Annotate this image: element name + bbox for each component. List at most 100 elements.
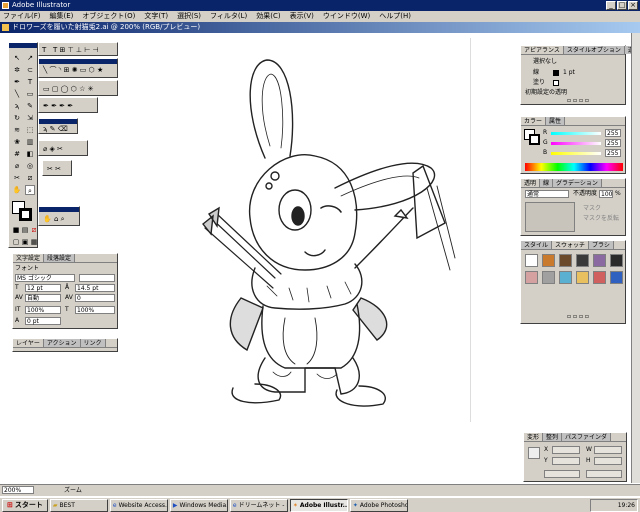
color-spectrum-bar[interactable]: [525, 163, 623, 171]
taskbar-best[interactable]: ▰ BEST: [49, 498, 108, 512]
blue-channel-slider[interactable]: [551, 152, 601, 155]
zoom-level-field[interactable]: 200%: [2, 486, 34, 494]
font-family-field[interactable]: MS ゴシック: [15, 274, 75, 282]
hand-tools-flyout-header[interactable]: [39, 207, 79, 212]
scale-tool-icon[interactable]: ⇲: [25, 113, 35, 123]
baseline-shift-field[interactable]: 0 pt: [25, 317, 61, 325]
leading-field[interactable]: 14.5 pt: [75, 284, 115, 292]
tab-paragraph[interactable]: 段落設定: [44, 254, 76, 262]
fill-swatch[interactable]: [553, 80, 559, 86]
type-tools-icons[interactable]: T ⊞ ⊤ ⊥ ⊢ ⊣: [53, 46, 99, 54]
tab-pathfinder[interactable]: パスファインダ: [562, 433, 612, 441]
swatch-9[interactable]: [576, 271, 589, 284]
swatch-1[interactable]: [542, 254, 555, 267]
reference-point-icon[interactable]: [528, 447, 540, 459]
tools-palette-header[interactable]: [9, 43, 37, 48]
tab-layers[interactable]: レイヤー: [13, 339, 44, 347]
menu-object[interactable]: オブジェクト(O): [82, 11, 135, 22]
scissors-tools-icons[interactable]: ✂ ✂: [47, 165, 61, 173]
menu-effect[interactable]: 効果(C): [256, 11, 280, 22]
hand-tool-icon[interactable]: ✋: [12, 185, 22, 195]
pen-tool-icon[interactable]: ✒: [12, 77, 22, 87]
magic-wand-tool-icon[interactable]: ✲: [12, 65, 22, 75]
horizontal-scale-field[interactable]: 100%: [75, 306, 115, 314]
eyedropper-tools-icons[interactable]: ⌀ ◈ ✂: [43, 145, 63, 153]
tab-links[interactable]: リンク: [80, 339, 106, 347]
rotate-tool-icon[interactable]: ↻: [12, 113, 22, 123]
appearance-footer-icons[interactable]: ▫ ▫ ▫ ▫: [567, 97, 589, 105]
scissors-tool-icon[interactable]: ✂: [12, 173, 22, 183]
swatch-6[interactable]: [525, 271, 538, 284]
tab-style-options[interactable]: スタイルオプション: [563, 46, 625, 54]
type-tools-label[interactable]: T: [42, 46, 46, 54]
pen-tools-icons[interactable]: ✒ ✒ ✒ ✒: [43, 102, 73, 110]
selection-tool-icon[interactable]: ↖: [12, 53, 22, 63]
symbol-sprayer-tool-icon[interactable]: ❀: [12, 137, 22, 147]
taskbar-illustrator[interactable]: ✶ Adobe Illustr...: [289, 498, 348, 512]
rectangle-tools-icons[interactable]: ▭ ▢ ◯ ⬡ ☆ ✳: [43, 85, 93, 93]
invert-mask-checkbox-label[interactable]: マスクを反転: [583, 215, 619, 223]
stroke-color-swatch[interactable]: [19, 208, 32, 221]
slice-tool-icon[interactable]: ⧄: [25, 173, 35, 183]
menu-type[interactable]: 文字(T): [144, 11, 168, 22]
color-stroke-swatch[interactable]: [529, 134, 540, 145]
tab-gradient[interactable]: グラデーション: [553, 179, 602, 187]
shape-tools-flyout-1-header[interactable]: [39, 59, 117, 64]
tracking-field[interactable]: 0: [75, 294, 115, 302]
start-button[interactable]: ⊞ スタート: [2, 498, 48, 512]
y-field[interactable]: [552, 457, 580, 465]
font-size-field[interactable]: 12 pt: [25, 284, 61, 292]
clip-checkbox-label[interactable]: マスク: [583, 205, 601, 213]
swatch-4[interactable]: [593, 254, 606, 267]
zoom-tool-icon[interactable]: ⌕: [25, 185, 35, 195]
red-channel-field[interactable]: 255: [605, 129, 621, 137]
menu-filter[interactable]: フィルタ(L): [210, 11, 247, 22]
tab-styles[interactable]: スタイル: [521, 241, 553, 249]
tab-attributes[interactable]: 属性: [546, 117, 566, 125]
brush-tools-flyout-header[interactable]: [39, 119, 77, 124]
blend-mode-select[interactable]: 通常: [525, 190, 569, 198]
tab-appearance[interactable]: アピアランス: [521, 46, 564, 54]
tab-swatches[interactable]: スウォッチ: [552, 241, 590, 249]
tab-actions[interactable]: アクション: [43, 339, 81, 347]
brush-tools-icons[interactable]: ϡ ✎ ⌫: [43, 125, 68, 133]
x-field[interactable]: [552, 446, 580, 454]
paintbrush-tool-icon[interactable]: ϡ: [12, 101, 22, 111]
opacity-field[interactable]: 100: [599, 190, 613, 198]
kerning-field[interactable]: 自動: [25, 294, 61, 302]
menu-window[interactable]: ウインドウ(W): [323, 11, 370, 22]
line-tool-icon[interactable]: ╲: [12, 89, 22, 99]
taskbar-website-access[interactable]: e Website Access...: [109, 498, 168, 512]
menu-view[interactable]: 表示(V): [290, 11, 314, 22]
rectangle-tool-icon[interactable]: ▭: [25, 89, 35, 99]
menu-file[interactable]: ファイル(F): [3, 11, 41, 22]
w-field[interactable]: [594, 446, 622, 454]
stroke-swatch[interactable]: [553, 70, 559, 76]
swatches-footer-icons[interactable]: ▫ ▫ ▫ ▫: [567, 313, 589, 321]
swatch-7[interactable]: [542, 271, 555, 284]
blend-tool-icon[interactable]: ◎: [25, 161, 35, 171]
h-field[interactable]: [594, 457, 622, 465]
gradient-tool-icon[interactable]: ◧: [25, 149, 35, 159]
direct-selection-tool-icon[interactable]: ↗: [25, 53, 35, 63]
tab-transparency[interactable]: 透明: [521, 179, 541, 187]
menu-help[interactable]: ヘルプ(H): [379, 11, 411, 22]
swatch-10[interactable]: [593, 271, 606, 284]
taskbar-photoshop[interactable]: ✦ Adobe Photoshop: [349, 498, 408, 512]
swatch-2[interactable]: [559, 254, 572, 267]
tab-character[interactable]: 文字設定: [13, 254, 45, 262]
vertical-scale-field[interactable]: 100%: [25, 306, 61, 314]
full-screen-icon[interactable]: ▦: [29, 237, 39, 247]
menu-edit[interactable]: 編集(E): [50, 11, 74, 22]
line-tools-icons[interactable]: ╲ ⌒ ◝ ⊞ ✺ ▭ ⬡ ★: [43, 66, 103, 74]
green-channel-slider[interactable]: [551, 142, 601, 145]
tab-stroke[interactable]: 線: [540, 179, 554, 187]
swatch-0[interactable]: [525, 254, 538, 267]
hand-tools-icons[interactable]: ✋ ⌂ ⌕: [43, 215, 65, 223]
pencil-tool-icon[interactable]: ✎: [25, 101, 35, 111]
close-button[interactable]: ×: [628, 1, 638, 10]
vertical-scrollbar[interactable]: [631, 33, 640, 483]
mesh-tool-icon[interactable]: #: [12, 149, 22, 159]
none-mode-icon[interactable]: ⧄: [29, 225, 39, 235]
taskbar-windows-media[interactable]: ▶ Windows Media...: [169, 498, 228, 512]
